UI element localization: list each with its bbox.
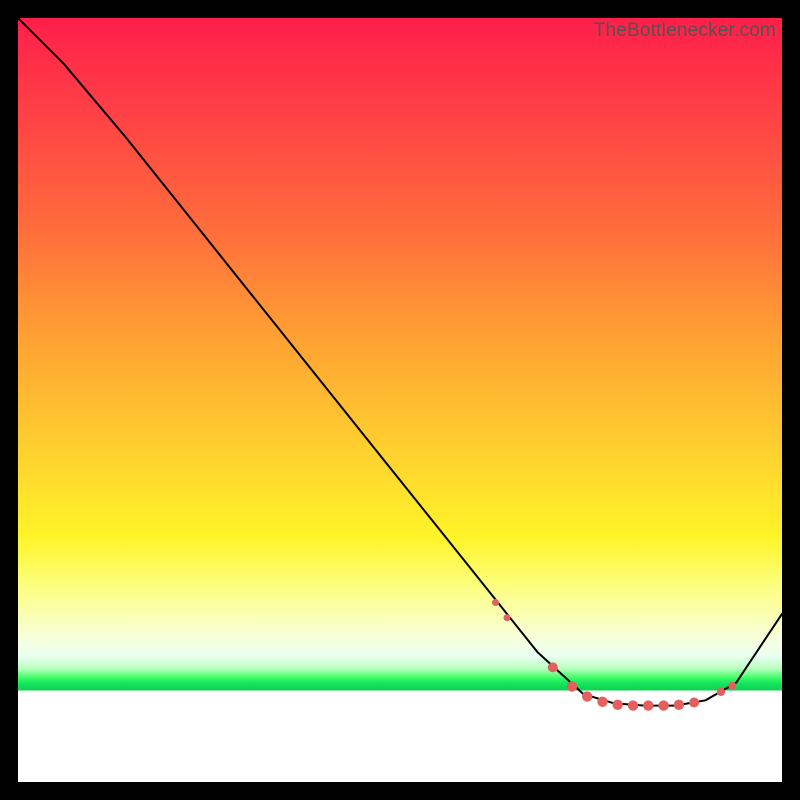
highlight-dot (597, 697, 607, 707)
highlight-dot (658, 700, 668, 710)
dots-layer (18, 18, 782, 782)
plot-area: TheBottlenecker.com (18, 18, 782, 782)
highlight-dot (717, 688, 725, 696)
highlight-dot (613, 700, 623, 710)
highlight-dot (567, 681, 577, 691)
chart-stage: TheBottlenecker.com (0, 0, 800, 800)
highlight-dot (643, 700, 653, 710)
highlight-dot (674, 700, 684, 710)
highlight-dot (628, 700, 638, 710)
highlight-dot (689, 698, 699, 708)
highlight-dot (548, 662, 558, 672)
highlight-dot (728, 682, 736, 690)
highlight-dots (492, 599, 736, 711)
highlight-dot (492, 599, 499, 606)
watermark-text: TheBottlenecker.com (594, 20, 776, 42)
highlight-dot (582, 691, 592, 701)
highlight-dot (504, 614, 511, 621)
